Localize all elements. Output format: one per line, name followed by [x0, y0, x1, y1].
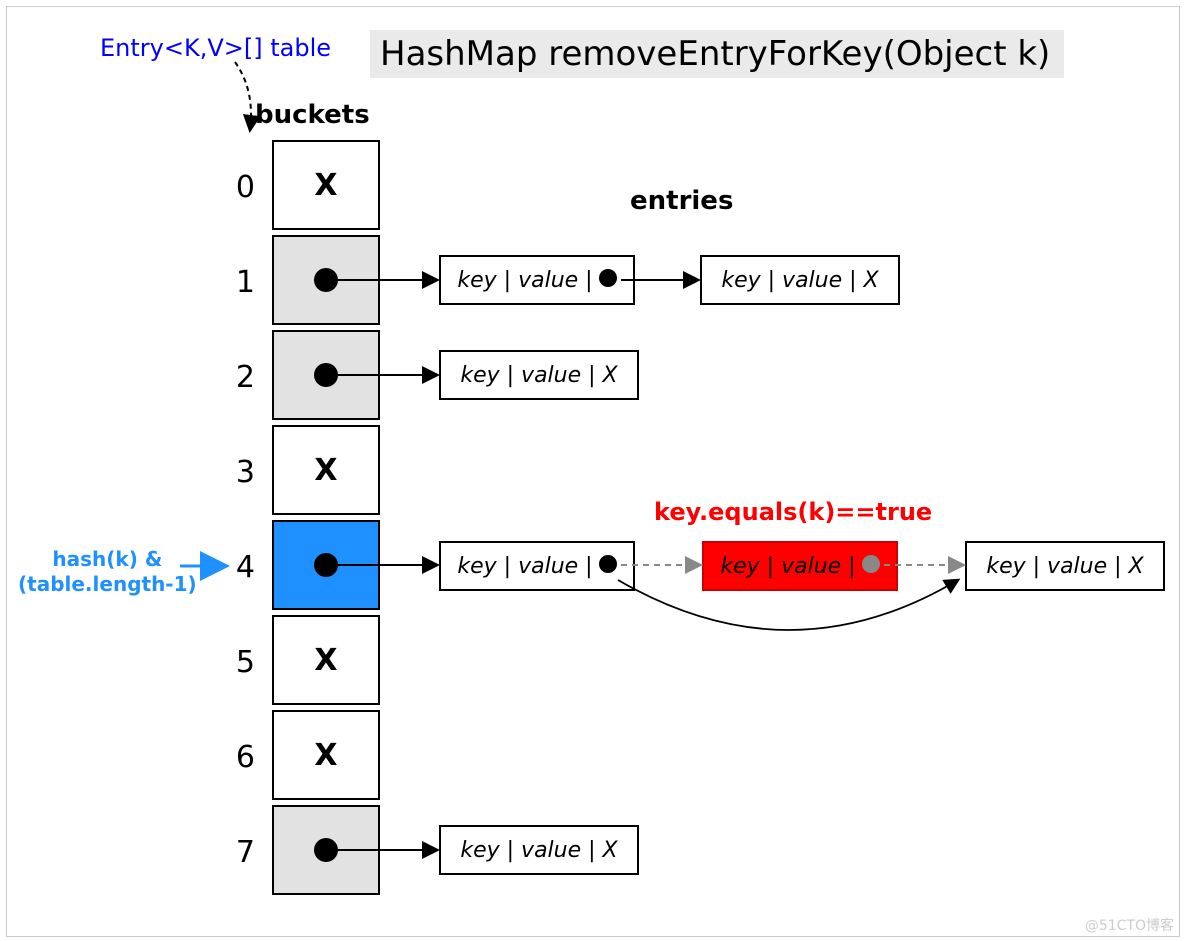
- buckets-label: buckets: [255, 100, 370, 130]
- bucket-index-6: 6: [225, 740, 255, 775]
- hash-line2: (table.length-1): [18, 572, 197, 596]
- pointer-dot-icon: [314, 838, 338, 862]
- entry-node: key | value |: [439, 541, 635, 591]
- bucket-1: [272, 235, 380, 325]
- entry-node: key | value | X: [700, 255, 900, 305]
- entry-text: key | value |: [457, 554, 592, 579]
- bucket-index-4: 4: [225, 550, 255, 585]
- bucket-2: [272, 330, 380, 420]
- entry-text: key | value | X: [721, 268, 878, 293]
- entry-text: key | value |: [457, 268, 592, 293]
- bucket-6: X: [272, 710, 380, 800]
- entry-text: key | value | X: [460, 363, 617, 388]
- pointer-dot-icon: [599, 269, 617, 287]
- pointer-dot-icon: [599, 555, 617, 573]
- diagram-frame: [6, 6, 1180, 937]
- entry-node-removed: key | value |: [702, 541, 898, 591]
- entry-text: key | value | X: [460, 838, 617, 863]
- entry-node: key | value | X: [439, 350, 639, 400]
- pointer-dot-icon: [314, 553, 338, 577]
- bucket-4-highlighted: [272, 520, 380, 610]
- bucket-index-3: 3: [225, 455, 255, 490]
- bucket-index-2: 2: [225, 360, 255, 395]
- watermark-text: @51CTO博客: [1085, 915, 1174, 935]
- entries-label: entries: [630, 186, 733, 216]
- bucket-index-5: 5: [225, 645, 255, 680]
- hash-expression-label: hash(k) & (table.length-1): [18, 547, 197, 597]
- bucket-5: X: [272, 615, 380, 705]
- entry-node: key | value |: [439, 255, 635, 305]
- pointer-dot-icon: [862, 555, 880, 573]
- bucket-0: X: [272, 140, 380, 230]
- bucket-3: X: [272, 425, 380, 515]
- entry-text: key | value | X: [986, 554, 1143, 579]
- hash-line1: hash(k) &: [52, 547, 162, 571]
- pointer-dot-icon: [314, 363, 338, 387]
- bucket-7: [272, 805, 380, 895]
- entry-node: key | value | X: [965, 541, 1165, 591]
- pointer-dot-icon: [314, 268, 338, 292]
- entry-node: key | value | X: [439, 825, 639, 875]
- bucket-index-0: 0: [225, 170, 255, 205]
- bucket-index-7: 7: [225, 835, 255, 870]
- equals-condition-label: key.equals(k)==true: [654, 498, 932, 526]
- table-type-label: Entry<K,V>[] table: [100, 34, 331, 62]
- diagram-title: HashMap removeEntryForKey(Object k): [370, 30, 1064, 78]
- entry-text: key | value |: [720, 554, 855, 579]
- bucket-index-1: 1: [225, 265, 255, 300]
